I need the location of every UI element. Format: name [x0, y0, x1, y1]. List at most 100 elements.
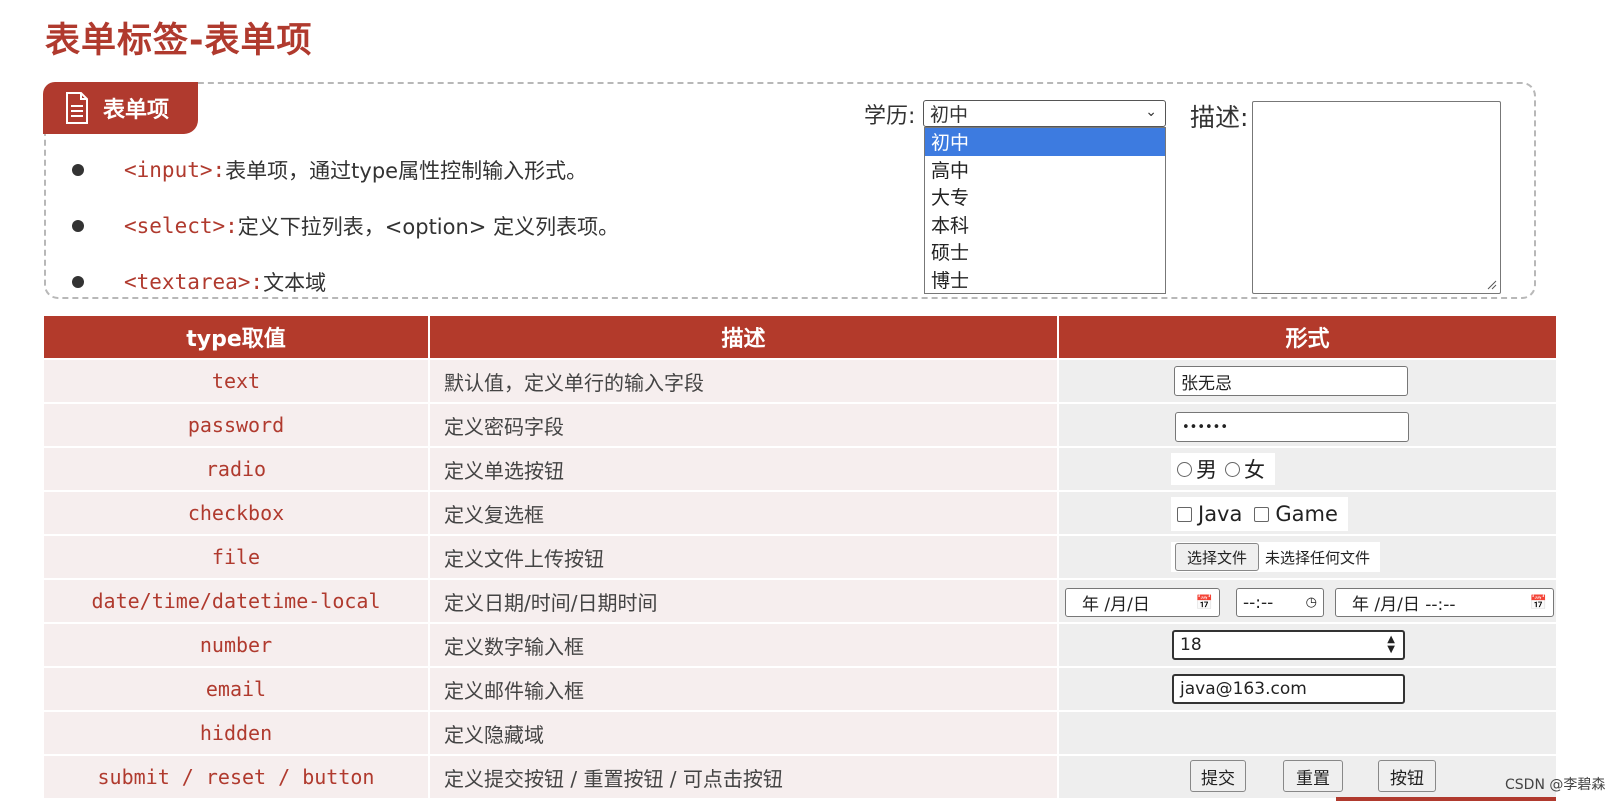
bullet-text: 表单项，通过type属性控制输入形式。 [225, 159, 588, 183]
education-option-list: 初中 高中 大专 本科 硕士 博士 [924, 127, 1166, 294]
demo-cell: 提交 重置 按钮 [1057, 754, 1556, 798]
bullet-dot-icon [72, 220, 84, 232]
gender-radio-group: 男 女 [1171, 453, 1275, 485]
bullet-text: 定义下拉列表，<option> 定义列表项。 [237, 215, 620, 239]
document-icon [66, 92, 88, 124]
checkbox-game[interactable] [1254, 506, 1270, 522]
type-cell: password [44, 402, 429, 447]
demo-cell: 选择文件 未选择任何文件 [1057, 534, 1556, 579]
education-select-label: 学历: [864, 104, 916, 129]
education-select-value: 初中 [930, 104, 969, 126]
plain-button[interactable]: 按钮 [1378, 760, 1436, 792]
bottom-accent-bar [1336, 797, 1556, 801]
table-row: password 定义密码字段 •••••• [44, 402, 1556, 447]
table-row: submit / reset / button 定义提交按钮 / 重置按钮 / … [44, 754, 1556, 798]
bullet-item: <textarea>: 文本域 [72, 254, 619, 310]
table-row: email 定义邮件输入框 java@163.com [44, 666, 1556, 711]
file-status: 未选择任何文件 [1265, 548, 1371, 567]
input-types-table: type取值 描述 形式 text 默认值，定义单行的输入字段 张无忌 pass… [44, 316, 1556, 798]
option-item[interactable]: 高中 [925, 156, 1165, 184]
option-item[interactable]: 博士 [925, 266, 1165, 294]
checkbox-java[interactable] [1177, 506, 1192, 522]
number-value: 18 [1180, 635, 1202, 655]
time-input[interactable]: --:-- ◷ [1236, 588, 1324, 617]
desc-cell: 定义复选框 [428, 490, 1058, 535]
desc-cell: 定义日期/时间/日期时间 [428, 578, 1058, 623]
table-row: date/time/datetime-local 定义日期/时间/日期时间 年 … [44, 578, 1556, 623]
bullet-dot-icon [72, 276, 84, 288]
bullet-dot-icon [72, 164, 84, 176]
radio-male[interactable] [1177, 461, 1192, 477]
option-item[interactable]: 硕士 [925, 238, 1165, 266]
type-cell: number [44, 622, 429, 667]
demo-cell: 男 女 [1057, 446, 1556, 491]
panel-tab-label: 表单项 [103, 98, 170, 123]
demo-cell: 年 /月/日 📅 --:-- ◷ 年 /月/日 --:-- 📅 [1057, 578, 1556, 623]
table-row: hidden 定义隐藏域 [44, 710, 1556, 755]
checkbox-game-label: Game [1275, 502, 1338, 526]
type-cell: radio [44, 446, 429, 491]
clock-icon[interactable]: ◷ [1306, 595, 1317, 610]
chevron-down-icon: ⌄ [1145, 104, 1157, 120]
type-cell: file [44, 534, 429, 579]
spinner-icon[interactable]: ▲ ▼ [1387, 635, 1395, 655]
page-title: 表单标签-表单项 [45, 21, 313, 61]
radio-female[interactable] [1225, 461, 1240, 477]
password-input[interactable]: •••••• [1175, 412, 1409, 442]
bullet-code: <input>: [124, 158, 226, 182]
demo-cell: java@163.com [1057, 666, 1556, 711]
demo-cell: 张无忌 [1057, 358, 1556, 403]
calendar-icon[interactable]: 📅 [1196, 595, 1213, 611]
email-input[interactable]: java@163.com [1172, 674, 1405, 704]
submit-button[interactable]: 提交 [1190, 760, 1246, 792]
resize-handle-icon[interactable] [1487, 280, 1497, 290]
option-item[interactable]: 本科 [925, 211, 1165, 239]
datetime-placeholder: 年 /月/日 --:-- [1352, 595, 1456, 615]
date-placeholder: 年 /月/日 [1082, 595, 1150, 615]
bullet-item: <input>: 表单项，通过type属性控制输入形式。 [72, 142, 619, 198]
desc-cell: 定义文件上传按钮 [428, 534, 1058, 579]
bullet-code: <select>: [124, 214, 238, 238]
type-cell: text [44, 358, 429, 403]
desc-cell: 定义提交按钮 / 重置按钮 / 可点击按钮 [428, 754, 1058, 798]
demo-cell: •••••• [1057, 402, 1556, 447]
header-description: 描述 [428, 316, 1058, 359]
file-input: 选择文件 未选择任何文件 [1171, 542, 1381, 572]
table-header-row: type取值 描述 形式 [44, 316, 1556, 359]
table-row: radio 定义单选按钮 男 女 [44, 446, 1556, 491]
header-form: 形式 [1057, 316, 1556, 359]
choose-file-button[interactable]: 选择文件 [1175, 543, 1259, 571]
calendar-icon[interactable]: 📅 [1530, 595, 1547, 611]
type-cell: checkbox [44, 490, 429, 535]
type-cell: submit / reset / button [44, 754, 429, 798]
checkbox-java-label: Java [1198, 502, 1243, 526]
education-select[interactable]: 初中 ⌄ [923, 100, 1166, 127]
type-cell: date/time/datetime-local [44, 578, 429, 623]
table-row: checkbox 定义复选框 Java Game [44, 490, 1556, 535]
desc-cell: 定义邮件输入框 [428, 666, 1058, 711]
table-row: file 定义文件上传按钮 选择文件 未选择任何文件 [44, 534, 1556, 579]
desc-cell: 定义隐藏域 [428, 710, 1058, 755]
option-item[interactable]: 初中 [925, 128, 1165, 156]
text-input[interactable]: 张无忌 [1174, 366, 1408, 396]
bullet-code: <textarea>: [124, 270, 264, 294]
reset-button[interactable]: 重置 [1283, 760, 1343, 792]
header-type: type取值 [44, 316, 429, 359]
type-cell: hidden [44, 710, 429, 755]
date-input[interactable]: 年 /月/日 📅 [1065, 588, 1220, 617]
option-item[interactable]: 大专 [925, 183, 1165, 211]
desc-cell: 定义数字输入框 [428, 622, 1058, 667]
time-placeholder: --:-- [1243, 592, 1274, 613]
demo-cell: 18 ▲ ▼ [1057, 622, 1556, 667]
radio-male-label: 男 [1196, 458, 1217, 482]
bullet-list: <input>: 表单项，通过type属性控制输入形式。 <select>: 定… [72, 142, 619, 310]
bullet-item: <select>: 定义下拉列表，<option> 定义列表项。 [72, 198, 619, 254]
description-textarea[interactable] [1252, 101, 1501, 294]
desc-cell: 定义密码字段 [428, 402, 1058, 447]
bullet-text: 文本域 [263, 271, 327, 295]
description-label: 描述: [1190, 103, 1249, 132]
datetime-local-input[interactable]: 年 /月/日 --:-- 📅 [1335, 588, 1554, 617]
number-input[interactable]: 18 ▲ ▼ [1172, 630, 1405, 660]
demo-cell: Java Game [1057, 490, 1556, 535]
table-row: text 默认值，定义单行的输入字段 张无忌 [44, 358, 1556, 403]
